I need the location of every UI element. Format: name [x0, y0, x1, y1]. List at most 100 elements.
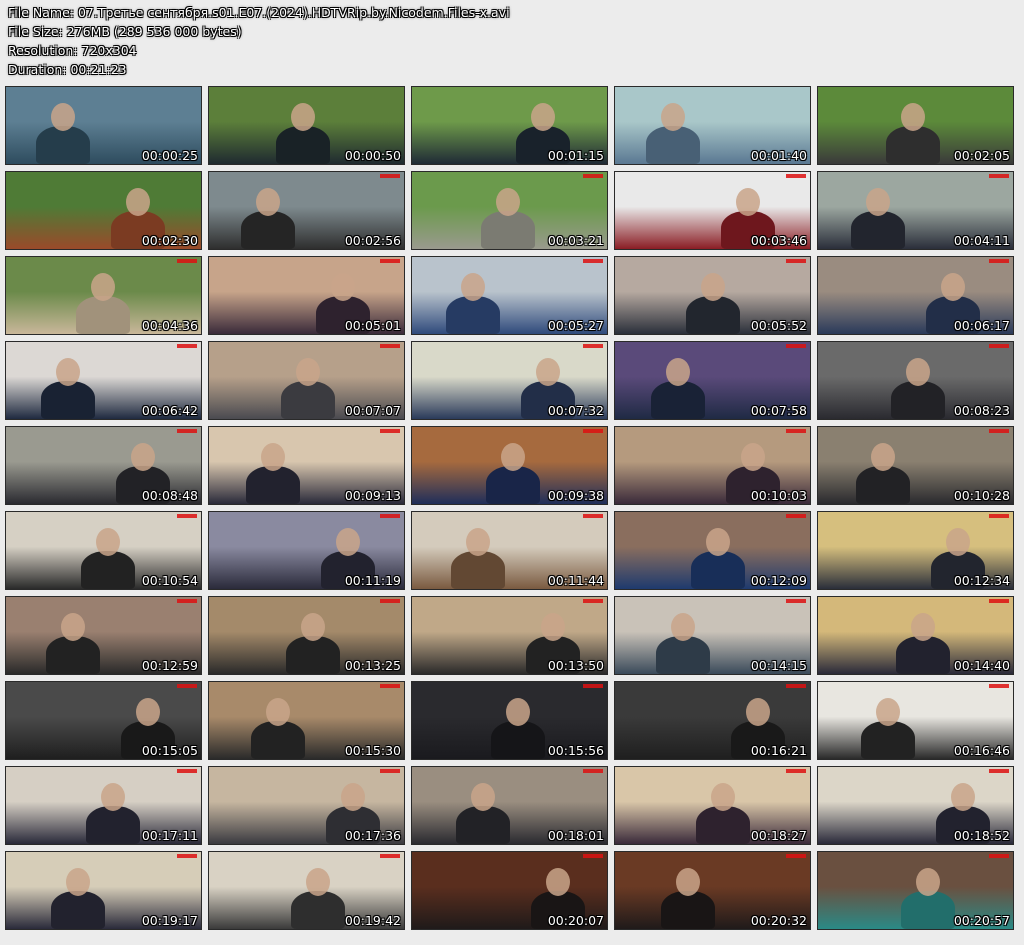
person-silhouette [241, 211, 295, 249]
person-silhouette [886, 126, 940, 164]
timestamp-label: 00:12:34 [953, 573, 1010, 588]
timestamp-label: 00:04:11 [953, 233, 1010, 248]
video-thumbnail: 00:05:52 [614, 256, 811, 335]
video-thumbnail: 00:07:32 [411, 341, 608, 420]
video-thumbnail: 00:11:19 [208, 511, 405, 590]
channel-logo [989, 514, 1009, 518]
video-thumbnail: 00:07:07 [208, 341, 405, 420]
timestamp-label: 00:03:46 [750, 233, 807, 248]
person-silhouette [691, 551, 745, 589]
channel-logo [583, 174, 603, 178]
person-head [746, 698, 770, 726]
person-silhouette [281, 381, 335, 419]
timestamp-label: 00:14:15 [750, 658, 807, 673]
channel-logo [177, 259, 197, 263]
timestamp-label: 00:09:13 [344, 488, 401, 503]
channel-logo [786, 514, 806, 518]
channel-logo [786, 769, 806, 773]
timestamp-label: 00:13:25 [344, 658, 401, 673]
person-silhouette [861, 721, 915, 759]
timestamp-label: 00:14:40 [953, 658, 1010, 673]
person-head [91, 273, 115, 301]
file-size-text: File Size: 276MB (289 536 000 bytes) [8, 24, 242, 39]
channel-logo [177, 854, 197, 858]
video-thumbnail: 00:19:17 [5, 851, 202, 930]
person-head [306, 868, 330, 896]
timestamp-label: 00:04:36 [141, 318, 198, 333]
channel-logo [177, 429, 197, 433]
channel-logo [177, 344, 197, 348]
video-thumbnail: 00:03:46 [614, 171, 811, 250]
timestamp-label: 00:15:56 [547, 743, 604, 758]
channel-logo [380, 599, 400, 603]
person-head [341, 783, 365, 811]
timestamp-label: 00:06:17 [953, 318, 1010, 333]
timestamp-label: 00:06:42 [141, 403, 198, 418]
person-silhouette [856, 466, 910, 504]
video-thumbnail: 00:15:56 [411, 681, 608, 760]
timestamp-label: 00:18:01 [547, 828, 604, 843]
video-thumbnail: 00:18:27 [614, 766, 811, 845]
video-thumbnail: 00:10:28 [817, 426, 1014, 505]
person-head [911, 613, 935, 641]
channel-logo [786, 429, 806, 433]
timestamp-label: 00:19:17 [141, 913, 198, 928]
timestamp-label: 00:10:28 [953, 488, 1010, 503]
video-thumbnail: 00:00:25 [5, 86, 202, 165]
video-thumbnail: 00:03:21 [411, 171, 608, 250]
channel-logo [177, 769, 197, 773]
channel-logo [380, 174, 400, 178]
file-info-header: File Name: 07.Третье сентября.s01.E07.(2… [8, 3, 510, 79]
timestamp-label: 00:02:56 [344, 233, 401, 248]
timestamp-label: 00:05:27 [547, 318, 604, 333]
channel-logo [380, 259, 400, 263]
video-thumbnail: 00:04:36 [5, 256, 202, 335]
channel-logo [583, 429, 603, 433]
person-head [96, 528, 120, 556]
person-head [266, 698, 290, 726]
video-thumbnail: 00:06:42 [5, 341, 202, 420]
person-silhouette [651, 381, 705, 419]
person-head [471, 783, 495, 811]
video-thumbnail: 00:08:48 [5, 426, 202, 505]
person-head [61, 613, 85, 641]
video-thumbnail: 00:01:15 [411, 86, 608, 165]
timestamp-label: 00:10:03 [750, 488, 807, 503]
person-head [706, 528, 730, 556]
timestamp-label: 00:05:01 [344, 318, 401, 333]
channel-logo [989, 429, 1009, 433]
person-head [466, 528, 490, 556]
timestamp-label: 00:16:21 [750, 743, 807, 758]
person-silhouette [696, 806, 750, 844]
person-head [701, 273, 725, 301]
person-head [951, 783, 975, 811]
video-thumbnail: 00:17:11 [5, 766, 202, 845]
timestamp-label: 00:02:05 [953, 148, 1010, 163]
video-thumbnail: 00:12:59 [5, 596, 202, 675]
channel-logo [380, 344, 400, 348]
person-head [916, 868, 940, 896]
thumbnail-grid: 00:00:25 00:00:50 00:01:15 00:01:40 00:02:05… [5, 86, 1014, 930]
timestamp-label: 00:00:25 [141, 148, 198, 163]
timestamp-label: 00:07:32 [547, 403, 604, 418]
video-thumbnail: 00:15:05 [5, 681, 202, 760]
timestamp-label: 00:03:21 [547, 233, 604, 248]
person-head [536, 358, 560, 386]
person-head [496, 188, 520, 216]
timestamp-label: 00:01:40 [750, 148, 807, 163]
channel-logo [583, 684, 603, 688]
timestamp-label: 00:20:57 [953, 913, 1010, 928]
person-silhouette [646, 126, 700, 164]
person-silhouette [656, 636, 710, 674]
video-thumbnail: 00:02:56 [208, 171, 405, 250]
timestamp-label: 00:17:11 [141, 828, 198, 843]
person-silhouette [481, 211, 535, 249]
timestamp-label: 00:07:58 [750, 403, 807, 418]
video-thumbnail: 00:20:32 [614, 851, 811, 930]
person-head [296, 358, 320, 386]
person-head [136, 698, 160, 726]
timestamp-label: 00:00:50 [344, 148, 401, 163]
person-head [261, 443, 285, 471]
channel-logo [380, 684, 400, 688]
timestamp-label: 00:05:52 [750, 318, 807, 333]
